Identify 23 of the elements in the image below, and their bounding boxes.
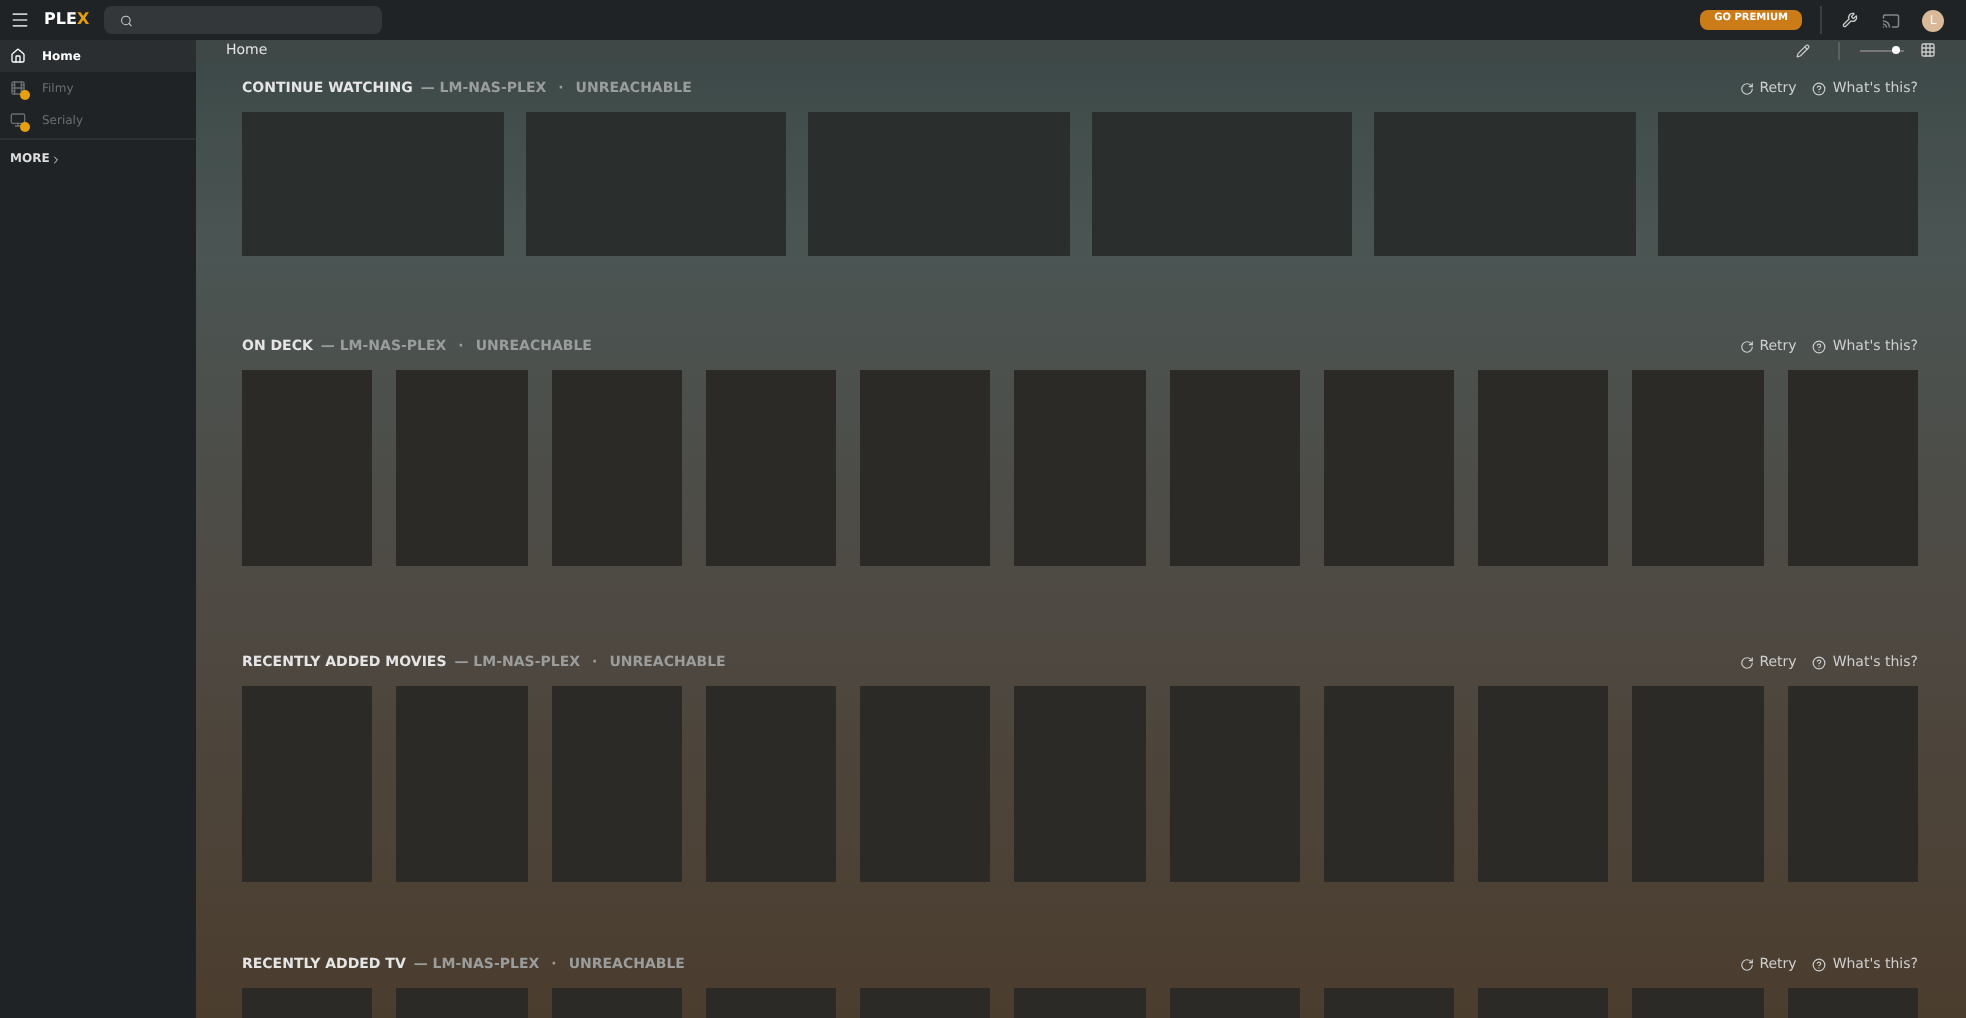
- help-icon: [1812, 82, 1827, 96]
- tools-icon[interactable]: [1842, 12, 1858, 28]
- warning-icon: [20, 90, 30, 100]
- monitor-icon: [10, 112, 26, 128]
- chevron-icon: [49, 153, 62, 165]
- help-icon: [1812, 340, 1827, 354]
- grid-icon[interactable]: [1920, 42, 1936, 59]
- logo: PLEX: [44, 8, 90, 32]
- help-icon: [1812, 656, 1827, 670]
- retry-icon: [1739, 656, 1754, 670]
- retry-icon: [1739, 82, 1754, 96]
- size-slider[interactable]: [1860, 45, 1904, 56]
- warning-icon: [20, 122, 30, 132]
- search-field[interactable]: [103, 6, 382, 34]
- edit-icon[interactable]: [1796, 43, 1810, 58]
- help-icon: [1812, 958, 1827, 972]
- cast-icon[interactable]: [1882, 11, 1900, 29]
- retry-icon: [1739, 340, 1754, 354]
- film-icon: [10, 80, 26, 96]
- retry-icon: [1739, 958, 1754, 972]
- home-icon: [10, 48, 26, 64]
- search-icon: [119, 13, 133, 27]
- menu-icon[interactable]: [10, 10, 30, 30]
